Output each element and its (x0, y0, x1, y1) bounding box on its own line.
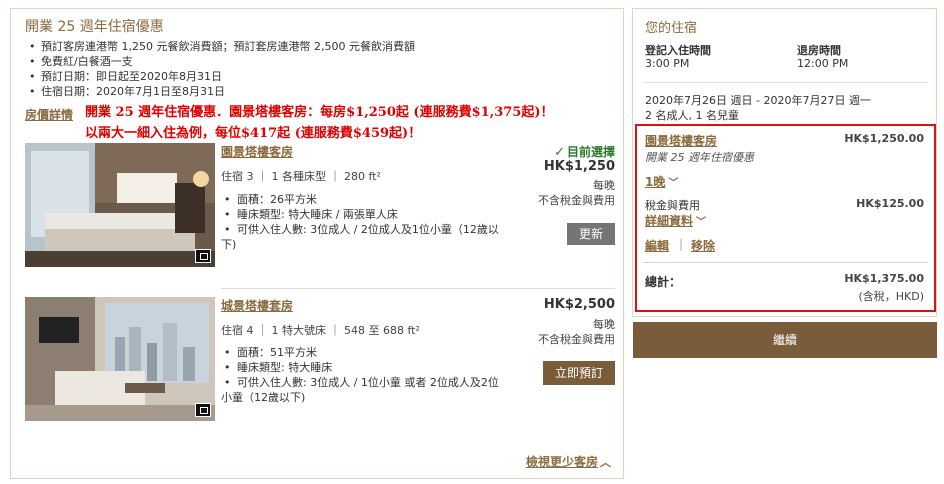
per-night-label: 每晚 (593, 179, 615, 192)
link-separator: | (679, 237, 684, 251)
offer-benefits-list: 預訂客房連港幣 1,250 元餐飲消費額；預訂套房連港幣 2,500 元餐飲消費… (27, 39, 415, 99)
room-meta: 住宿 3 ｜ 1 各種床型 ｜ 280 ft² (221, 170, 381, 183)
chevron-down-icon: ﹀ (696, 217, 707, 228)
tax-note: 不含稅金與費用 (538, 333, 615, 346)
checkin-time: 3:00 PM (645, 57, 690, 70)
checkout-label: 退房時間 (797, 44, 841, 57)
room-feature-occupancy-a: 可供入住人數: 3位成人 / 2位成人及1位小童（12歲以 (237, 223, 499, 236)
your-stay-title: 您的住宿 (645, 21, 698, 36)
view-fewer-rooms-label: 檢視更少客房 (525, 455, 598, 469)
room-name-link[interactable]: 城景塔樓套房 (221, 297, 293, 314)
room-photo[interactable] (25, 143, 215, 267)
tax-label: 稅金與費用 (645, 199, 700, 212)
total-label: 總計： (645, 275, 682, 289)
room-name-link[interactable]: 園景塔樓客房 (221, 143, 293, 160)
gallery-icon[interactable] (195, 249, 211, 263)
offer-benefit-item: 免費紅/白餐酒一支 (27, 54, 415, 69)
room-feature-item: 面積：51平方米 (221, 345, 521, 360)
details-toggle[interactable]: 詳細資料 ﹀ (645, 212, 706, 229)
summary-room-name[interactable]: 園景塔樓客房 (645, 132, 717, 149)
offer-benefit-item: 預訂日期：即日起至2020年8月31日 (27, 69, 415, 84)
edit-link[interactable]: 編輯 (645, 237, 669, 254)
stay-dates: 2020年7月26日 週日 - 2020年7月27日 週一 2 名成人, 1 名… (645, 93, 871, 123)
tax-price: HK$125.00 (856, 197, 924, 210)
details-label: 詳細資料 (645, 214, 694, 228)
nights-label: 1晚 (645, 175, 666, 189)
room-photo[interactable] (25, 297, 215, 421)
room-divider (221, 288, 615, 289)
offer-benefit-item: 住宿日期：2020年7月1日至8月31日 (27, 84, 415, 99)
room-features: 面積：51平方米 睡床類型: 特大睡床 可供入住人數: 3位成人 / 1位小童 … (221, 345, 521, 405)
room-card-city-tower-suite: 城景塔樓套房 住宿 4 ｜ 1 特大號床 ｜ 548 至 688 ft² 面積：… (25, 297, 615, 423)
stay-date-range: 2020年7月26日 週日 - 2020年7月27日 週一 (645, 94, 871, 107)
room-feature-item: 面積：26平方米 (221, 192, 521, 207)
booking-summary: 園景塔樓客房 HK$1,250.00 開業 25 週年住宿優惠 1晚 ﹀ 稅金與費… (635, 124, 936, 312)
nights-toggle[interactable]: 1晚 ﹀ (645, 173, 678, 190)
checkout-time: 12:00 PM (797, 57, 849, 70)
update-button[interactable]: 更新 (566, 223, 615, 245)
stay-guests: 2 名成人, 1 名兒童 (645, 109, 739, 122)
room-features: 面積：26平方米 睡床類型: 特大睡床 / 兩張單人床 可供入住人數: 3位成人… (221, 192, 521, 252)
room-feature-occupancy-b: 小童（12歲以下) (221, 391, 306, 404)
promo-overlay-line-2: 以兩大一細入住為例，每位$417起 (連服務費$459起)！ (85, 126, 422, 141)
summary-offer-name: 開業 25 週年住宿優惠 (645, 151, 754, 164)
room-feature-item: 可供入住人數: 3位成人 / 1位小童 或者 2位成人及2位小童（12歲以下) (221, 375, 521, 405)
rate-details-link[interactable]: 房價詳情 (25, 106, 73, 123)
remove-link[interactable]: 移除 (691, 237, 715, 254)
room-feature-item: 睡床類型: 特大睡床 (221, 360, 521, 375)
chevron-down-icon: ﹀ (668, 178, 679, 189)
room-feature-occupancy-b: 下) (221, 238, 237, 251)
divider (643, 262, 928, 263)
offer-title: 開業 25 週年住宿優惠 (25, 19, 164, 35)
tax-note: 不含稅金與費用 (538, 194, 615, 207)
chevron-up-icon: ︿ (600, 456, 611, 469)
gallery-icon[interactable] (195, 403, 211, 417)
room-feature-item: 可供入住人數: 3位成人 / 2位成人及1位小童（12歲以下) (221, 222, 521, 252)
book-now-button[interactable]: 立即預訂 (542, 361, 615, 385)
view-fewer-rooms-link[interactable]: 檢視更少客房 ︿ (526, 453, 611, 470)
total-price: HK$1,375.00 (844, 272, 924, 285)
divider (643, 82, 928, 83)
current-selection-label: 目前選擇 (566, 145, 615, 159)
room-meta: 住宿 4 ｜ 1 特大號床 ｜ 548 至 688 ft² (221, 324, 420, 337)
current-selection-badge: ✓ 目前選擇 (554, 143, 615, 160)
summary-room-price: HK$1,250.00 (844, 132, 924, 145)
room-price: HK$2,500 (543, 297, 615, 312)
room-price: HK$1,250 (543, 159, 615, 174)
continue-button[interactable]: 繼續 (633, 322, 937, 358)
total-note: (含稅，HKD) (858, 290, 924, 303)
promo-overlay-line-1: 開業 25 週年住宿優惠．園景塔樓客房：每房$1,250起 (連服務費$1,37… (85, 105, 554, 120)
per-night-label: 每晚 (593, 318, 615, 331)
offer-benefit-item: 預訂客房連港幣 1,250 元餐飲消費額；預訂套房連港幣 2,500 元餐飲消費… (27, 39, 415, 54)
room-feature-occupancy-a: 可供入住人數: 3位成人 / 1位小童 或者 2位成人及2位 (237, 376, 499, 389)
room-feature-item: 睡床類型: 特大睡床 / 兩張單人床 (221, 207, 521, 222)
checkin-label: 登記入住時間 (645, 44, 711, 57)
room-card-garden-tower: 園景塔樓客房 住宿 3 ｜ 1 各種床型 ｜ 280 ft² 面積：26平方米 … (25, 143, 615, 273)
check-icon: ✓ (554, 145, 565, 160)
room-selection-panel: 開業 25 週年住宿優惠 預訂客房連港幣 1,250 元餐飲消費額；預訂套房連港… (10, 8, 624, 479)
